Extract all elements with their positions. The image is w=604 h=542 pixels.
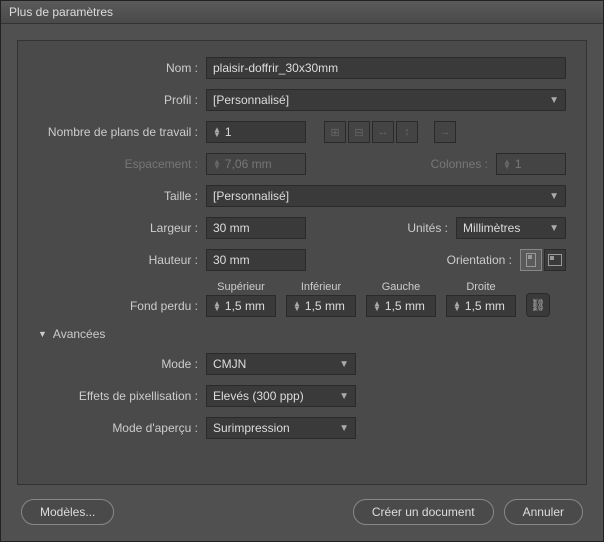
window-title: Plus de paramètres [9,5,113,19]
mode-label: Mode : [38,357,198,371]
chevron-down-icon: ▼ [339,359,349,370]
raster-select[interactable]: Elevés (300 ppp) ▼ [206,385,356,407]
link-icon: ⛓ [530,298,545,312]
landscape-icon [548,254,562,266]
bleed-label: Fond perdu : [38,299,198,317]
spinner-arrows-icon: ▲▼ [213,301,221,311]
columns-spinner: ▲▼ 1 [496,153,566,175]
orientation-landscape-button[interactable] [544,249,566,271]
name-label: Nom : [38,61,198,75]
orientation-portrait-button[interactable] [520,249,542,271]
arrange-right-icon[interactable]: ↔ [372,121,394,143]
width-label: Largeur : [38,221,198,235]
columns-value: 1 [515,157,522,171]
bleed-bottom-spinner[interactable]: ▲▼ 1,5 mm [286,295,356,317]
artboards-label: Nombre de plans de travail : [38,125,198,139]
portrait-icon [526,253,536,267]
footer: Modèles... Créer un document Annuler [17,485,587,525]
arrow-right-icon[interactable]: → [434,121,456,143]
bleed-top-label: Supérieur [217,281,265,293]
bleed-top-spinner[interactable]: ▲▼ 1,5 mm [206,295,276,317]
mode-value: CMJN [213,357,246,371]
bleed-left-spinner[interactable]: ▲▼ 1,5 mm [366,295,436,317]
artboards-value: 1 [225,125,232,139]
spinner-arrows-icon: ▲▼ [213,127,221,137]
name-input[interactable] [206,57,566,79]
size-label: Taille : [38,189,198,203]
grid-by-row-icon[interactable]: ⊞ [324,121,346,143]
raster-label: Effets de pixellisation : [38,389,198,403]
bleed-top-value: 1,5 mm [225,299,265,313]
content-area: Nom : Profil : [Personnalisé] ▼ Nombre d… [1,24,603,541]
profile-label: Profil : [38,93,198,107]
size-value: [Personnalisé] [213,189,289,203]
height-label: Hauteur : [38,253,198,267]
chevron-down-icon: ▼ [339,423,349,434]
advanced-header[interactable]: ▼ Avancées [38,327,566,341]
spinner-arrows-icon: ▲▼ [293,301,301,311]
spinner-arrows-icon: ▲▼ [213,159,221,169]
mode-select[interactable]: CMJN ▼ [206,353,356,375]
profile-value: [Personnalisé] [213,93,289,107]
height-input[interactable] [206,249,306,271]
cancel-button[interactable]: Annuler [504,499,583,525]
spacing-label: Espacement : [38,157,198,171]
create-document-button[interactable]: Créer un document [353,499,494,525]
raster-value: Elevés (300 ppp) [213,389,304,403]
advanced-label: Avancées [53,327,105,341]
settings-panel: Nom : Profil : [Personnalisé] ▼ Nombre d… [17,40,587,485]
dialog-window: Plus de paramètres Nom : Profil : [Perso… [0,0,604,542]
templates-button[interactable]: Modèles... [21,499,114,525]
grid-by-col-icon[interactable]: ⊟ [348,121,370,143]
bleed-right-value: 1,5 mm [465,299,505,313]
spinner-arrows-icon: ▲▼ [373,301,381,311]
orientation-label: Orientation : [447,253,512,267]
profile-select[interactable]: [Personnalisé] ▼ [206,89,566,111]
preview-value: Surimpression [213,421,290,435]
spinner-arrows-icon: ▲▼ [453,301,461,311]
bleed-left-label: Gauche [382,281,421,293]
width-input[interactable] [206,217,306,239]
chevron-down-icon: ▼ [339,391,349,402]
chevron-down-icon: ▼ [549,191,559,202]
bleed-bottom-label: Inférieur [301,281,341,293]
preview-label: Mode d'aperçu : [38,421,198,435]
chevron-down-icon: ▼ [549,223,559,234]
units-value: Millimètres [463,221,520,235]
spacing-value: 7,06 mm [225,157,272,171]
columns-label: Colonnes : [431,157,488,171]
artboards-spinner[interactable]: ▲▼ 1 [206,121,306,143]
disclosure-triangle-icon: ▼ [38,329,47,339]
bleed-bottom-value: 1,5 mm [305,299,345,313]
bleed-left-value: 1,5 mm [385,299,425,313]
preview-select[interactable]: Surimpression ▼ [206,417,356,439]
bleed-right-spinner[interactable]: ▲▼ 1,5 mm [446,295,516,317]
spacing-spinner: ▲▼ 7,06 mm [206,153,306,175]
size-select[interactable]: [Personnalisé] ▼ [206,185,566,207]
title-bar: Plus de paramètres [1,1,603,24]
spinner-arrows-icon: ▲▼ [503,159,511,169]
bleed-right-label: Droite [466,281,495,293]
link-bleed-button[interactable]: ⛓ [526,293,550,317]
chevron-down-icon: ▼ [549,95,559,106]
units-select[interactable]: Millimètres ▼ [456,217,566,239]
units-label: Unités : [407,221,448,235]
arrange-down-icon[interactable]: ↕ [396,121,418,143]
